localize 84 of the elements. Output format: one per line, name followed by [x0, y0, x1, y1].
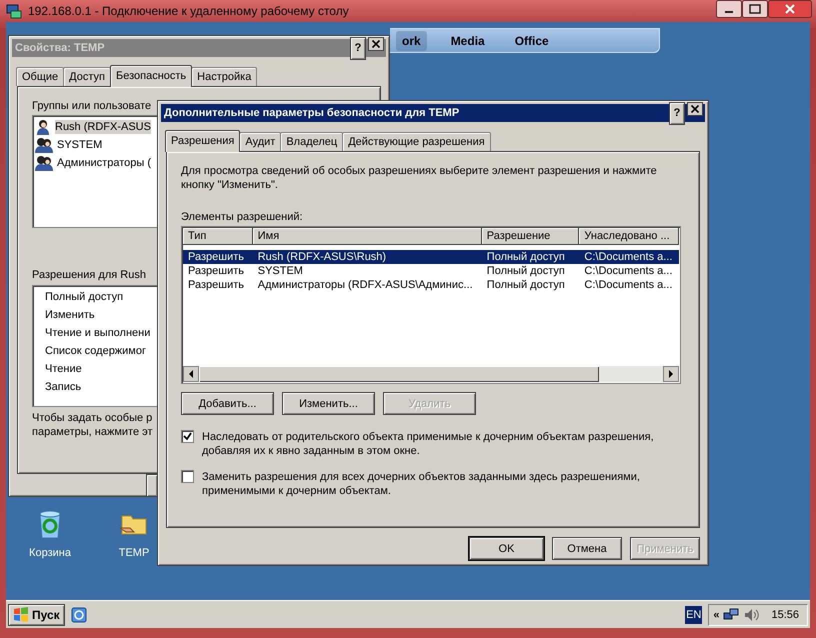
- scroll-thumb[interactable]: [199, 366, 599, 382]
- table-row[interactable]: Разрешить SYSTEM Полный доступ C:\Documents a...: [183, 264, 679, 278]
- close-button[interactable]: [687, 102, 703, 116]
- toolbar-item[interactable]: Media: [444, 30, 491, 50]
- toolbar-item[interactable]: Office: [508, 30, 555, 50]
- list-item: Запись: [45, 380, 82, 395]
- table-cell-text: C:\Documents a...: [583, 278, 674, 292]
- note-text: Чтобы задать особые р: [32, 411, 152, 425]
- checkbox-label[interactable]: Наследовать от родительского объекта применимые к дочерним объектам разрешения, добавляя их к явно заданным в этом окне.: [202, 430, 682, 458]
- scrollbar[interactable]: [183, 366, 679, 382]
- clock: 15:56: [771, 608, 799, 622]
- tab[interactable]: Действующие разрешения: [342, 132, 491, 151]
- table-cell-text: Разрешить: [187, 250, 245, 264]
- maximize-button[interactable]: [742, 0, 768, 18]
- list-item: Изменить: [45, 308, 95, 323]
- action-button[interactable]: Добавить...: [181, 392, 274, 415]
- table-cell-text: Полный доступ: [486, 278, 566, 292]
- icon-label[interactable]: TEMP: [118, 546, 150, 560]
- start-label: Пуск: [32, 608, 60, 622]
- list-item[interactable]: Rush (RDFX-ASUS: [55, 120, 151, 134]
- description-text: Для просмотра сведений об особых разрешениях выберите элемент разрешения и нажмите кнопку "Изменить".: [181, 164, 658, 192]
- tab[interactable]: Аудит: [239, 132, 282, 151]
- checkbox[interactable]: [181, 430, 194, 443]
- note-text: параметры, нажмите эт: [32, 425, 153, 439]
- checkmark-icon: [183, 432, 192, 441]
- group-icon: [35, 155, 53, 171]
- table-cell-text: Rush (RDFX-ASUS\Rush): [256, 250, 388, 264]
- checkbox-label[interactable]: Заменить разрешения для всех дочерних объектов заданными здесь разрешениями, применимыми к дочерним объектам.: [202, 470, 682, 498]
- tab[interactable]: Доступ: [63, 67, 111, 86]
- column-header[interactable]: Унаследовано ...: [579, 228, 679, 245]
- window-title: Дополнительные параметры безопасности для TEMP: [164, 106, 460, 120]
- minimize-button[interactable]: [716, 0, 742, 18]
- windows-logo-icon: [13, 606, 29, 622]
- language-indicator[interactable]: EN: [685, 606, 702, 624]
- help-button[interactable]: ?: [350, 36, 366, 60]
- column-header[interactable]: Тип: [183, 228, 253, 245]
- column-header[interactable]: Разрешение: [482, 228, 580, 245]
- table-row[interactable]: Разрешить Администраторы (RDFX-ASUS\Админис... Полный доступ C:\Documents a...: [183, 278, 679, 292]
- table-cell-text: C:\Documents a...: [583, 250, 674, 264]
- tab[interactable]: Безопасность: [110, 65, 192, 87]
- table-row[interactable]: Разрешить Rush (RDFX-ASUS\Rush) Полный доступ C:\Documents a...: [183, 250, 679, 264]
- help-button[interactable]: ?: [669, 102, 685, 124]
- icon-label[interactable]: Корзина: [29, 546, 71, 560]
- dialog-button[interactable]: [146, 474, 158, 497]
- table-cell-text: SYSTEM: [256, 264, 304, 278]
- list-item: Чтение: [45, 362, 82, 377]
- table-cell-text: Полный доступ: [486, 264, 566, 278]
- window-title: Свойства: TEMP: [15, 41, 105, 55]
- scroll-right-button[interactable]: [663, 366, 679, 382]
- close-button[interactable]: [368, 36, 384, 50]
- dialog-button[interactable]: Отмена: [552, 537, 622, 560]
- remote-desktop-icon: [6, 3, 22, 19]
- speaker-icon[interactable]: [743, 606, 760, 622]
- table-cell-text: Администраторы (RDFX-ASUS\Админис...: [256, 278, 474, 292]
- tray-toggle[interactable]: «: [713, 608, 720, 622]
- list-label: Элементы разрешений:: [181, 210, 304, 224]
- tab[interactable]: Владелец: [280, 132, 344, 151]
- table-cell-text: Разрешить: [187, 278, 245, 292]
- tab[interactable]: Разрешения: [165, 130, 240, 152]
- list-item: Список содержимог: [45, 344, 146, 359]
- group-label: Разрешения для Rush: [32, 268, 146, 282]
- list-item: Чтение и выполнени: [45, 326, 150, 341]
- table-cell-text: Разрешить: [187, 264, 245, 278]
- checkbox[interactable]: [181, 470, 194, 483]
- close-button[interactable]: [768, 0, 812, 18]
- tab[interactable]: Настройка: [191, 67, 258, 86]
- group-label: Группы или пользовате: [32, 99, 152, 113]
- tab[interactable]: Общие: [16, 67, 64, 86]
- dialog-button[interactable]: OK: [469, 537, 544, 560]
- toolbar-item[interactable]: ork: [396, 30, 427, 50]
- window-title: 192.168.0.1 - Подключение к удаленному рабочему столу: [28, 4, 349, 18]
- list-item: Полный доступ: [45, 290, 124, 305]
- table-cell-text: Полный доступ: [486, 250, 566, 264]
- browser-icon[interactable]: [70, 606, 87, 622]
- group-icon: [35, 137, 53, 153]
- scroll-left-button[interactable]: [183, 366, 199, 382]
- list-item[interactable]: SYSTEM: [57, 138, 102, 152]
- start-button[interactable]: Пуск: [8, 604, 65, 626]
- table-cell-text: C:\Documents a...: [583, 264, 674, 278]
- list-item[interactable]: Администраторы (: [57, 156, 151, 170]
- user-icon: [35, 119, 51, 135]
- column-header[interactable]: Имя: [252, 228, 482, 245]
- network-icon[interactable]: [723, 606, 740, 622]
- action-button[interactable]: Изменить...: [282, 392, 375, 415]
